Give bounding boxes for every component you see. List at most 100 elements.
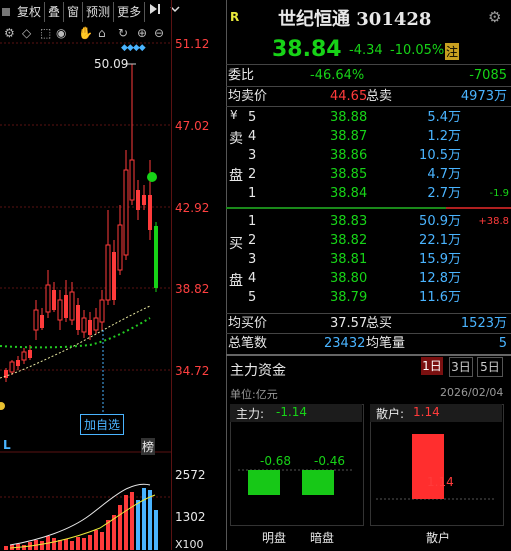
- volume-bar: [148, 490, 152, 550]
- buy-order-row[interactable]: 5 38.79 11.6万: [226, 288, 511, 307]
- sell-avg-label: 均卖价: [228, 89, 268, 104]
- avg-volume-label: 均笔量: [366, 336, 406, 351]
- tab-3day[interactable]: 3日: [449, 357, 473, 377]
- stock-title: 世纪恒通 301428: [278, 9, 432, 30]
- candle-body: [57, 299, 63, 321]
- sell-level: 4: [248, 129, 257, 144]
- candle-body: [117, 224, 123, 271]
- fund-bar: [248, 470, 280, 495]
- trades-value: 23432: [324, 336, 366, 351]
- price-axis-label: 42.92: [175, 201, 210, 215]
- sell-volume-bar: [226, 207, 446, 209]
- buy-volume: 15.9万: [419, 252, 461, 267]
- candle-body: [105, 244, 111, 301]
- volume-bar: [58, 540, 62, 550]
- volume-bar: [40, 541, 44, 550]
- sell-volume: 2.7万: [427, 186, 461, 201]
- candle-body: [69, 291, 75, 321]
- sell-level: 2: [248, 167, 257, 182]
- sell-level: 5: [248, 110, 257, 125]
- buy-order-row[interactable]: 3 38.81 15.9万: [226, 250, 511, 269]
- sell-volume: 5.4万: [427, 110, 461, 125]
- fund-flow-title: 主力资金: [230, 363, 286, 379]
- candle-body: [99, 299, 105, 323]
- volume-bar: [142, 488, 146, 550]
- order-diff-value: -7085: [469, 68, 507, 83]
- candle-body: [33, 309, 39, 331]
- ranking-button[interactable]: 榜: [141, 438, 156, 455]
- candle-body: [123, 169, 129, 256]
- order-ratio-label: 委比: [228, 68, 255, 83]
- sell-total-value: 4973万: [460, 89, 507, 104]
- sell-price: 38.88: [330, 110, 368, 125]
- candle-body: [93, 317, 99, 331]
- volume-bar: [100, 532, 104, 550]
- sell-volume: 10.5万: [419, 148, 461, 163]
- candle-body: [16, 360, 20, 366]
- buy-level: 5: [248, 290, 257, 305]
- sell-avg-row: 均卖价 44.65 总卖 4973万: [226, 87, 511, 106]
- volume-bar: [70, 541, 74, 550]
- buy-volume: 11.6万: [419, 290, 461, 305]
- fund-bar-label: 散户: [426, 531, 451, 545]
- candle-body: [88, 320, 92, 335]
- volume-bar: [88, 535, 92, 550]
- volume-bar: [124, 495, 128, 550]
- candle-body: [148, 195, 152, 230]
- fund-bar-label: 暗盘: [310, 531, 335, 545]
- fund-unit: 单位:亿元: [230, 388, 278, 401]
- candle-body: [28, 350, 32, 358]
- buy-order-row[interactable]: 1 38.83 50.9万 +38.8: [226, 212, 511, 231]
- buy-volume: 12.8万: [419, 271, 461, 286]
- buy-level: 1: [248, 214, 257, 229]
- sell-order-row[interactable]: 2 38.85 4.7万: [226, 165, 511, 184]
- volume-bar: [118, 505, 122, 550]
- trades-label: 总笔数: [228, 336, 268, 351]
- order-ratio-row: 委比 -46.64% -7085: [226, 66, 511, 85]
- high-price-label: 50.09: [94, 57, 129, 71]
- candle-body: [64, 295, 68, 318]
- candle-body: [81, 317, 87, 333]
- sell-order-row[interactable]: 1 38.84 2.7万 -1.9: [226, 184, 511, 203]
- candle-body: [9, 361, 15, 373]
- sell-order-row[interactable]: 4 38.87 1.2万: [226, 127, 511, 146]
- volume-bar: [22, 545, 26, 550]
- note-badge[interactable]: 注: [445, 43, 460, 60]
- price-axis-label: 51.12: [175, 37, 210, 51]
- sell-order-row[interactable]: 5 38.88 5.4万: [226, 108, 511, 127]
- buy-price: 38.82: [330, 233, 368, 248]
- add-watchlist-button[interactable]: 加自选: [80, 414, 125, 435]
- settings-gear-icon[interactable]: ⚙: [488, 8, 501, 26]
- buy-order-row[interactable]: 4 38.80 12.8万: [226, 269, 511, 288]
- volume-bar: [52, 538, 56, 550]
- tab-5day[interactable]: 5日: [477, 357, 503, 377]
- buy-volume: 22.1万: [419, 233, 461, 248]
- buy-avg-label: 均买价: [228, 316, 268, 331]
- fund-date: 2026/02/04: [440, 386, 504, 399]
- chart-l-marker: L: [3, 438, 11, 452]
- fund-bar-value: -0.46: [314, 454, 346, 468]
- candle-body: [52, 290, 56, 310]
- quote-panel: R 世纪恒通 301428 ⚙ 38.84 -4.34 -10.05% 注 委比…: [226, 0, 511, 550]
- buy-price: 38.80: [330, 271, 368, 286]
- volume-bar: [106, 520, 110, 550]
- candle-body: [136, 190, 140, 210]
- buy-price: 38.79: [330, 290, 368, 305]
- volume-axis-label: 1302: [175, 510, 206, 524]
- sell-avg-price: 44.65: [330, 89, 368, 104]
- order-ratio-value: -46.64%: [310, 68, 365, 83]
- candle-body: [142, 195, 146, 205]
- sell-level: 3: [248, 148, 257, 163]
- sell-order-row[interactable]: 3 38.86 10.5万: [226, 146, 511, 165]
- price-change-pct: -10.05%: [390, 43, 445, 58]
- sell-volume: 4.7万: [427, 167, 461, 182]
- buy-volume-bar: [446, 207, 511, 209]
- tab-1day[interactable]: 1日: [421, 357, 443, 375]
- buy-order-row[interactable]: 2 38.82 22.1万: [226, 231, 511, 250]
- volume-bar: [76, 537, 80, 550]
- fund-bar: [412, 434, 444, 499]
- trades-row: 总笔数 23432 均笔量 5: [226, 334, 511, 353]
- sell-price: 38.87: [330, 129, 368, 144]
- kline-chart[interactable]: [0, 0, 172, 550]
- candle-body: [40, 315, 44, 328]
